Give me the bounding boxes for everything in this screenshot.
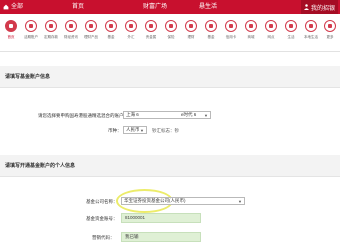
fund-account-no-label: 基金资金账号： <box>86 216 118 221</box>
category-wealth-products[interactable]: 理财产品 <box>81 20 101 39</box>
forex-icon <box>125 20 137 32</box>
location-icon <box>265 20 277 32</box>
fund-company-value: 华宝证券投资基金公司(人民币) <box>124 198 186 203</box>
category-precious-metal[interactable]: 贵金属 <box>141 20 161 39</box>
category-more[interactable]: 更多 <box>320 20 340 39</box>
fund-account-no-input[interactable]: 81000001 <box>121 213 201 223</box>
marketing-code-value: 我已输 <box>125 234 139 239</box>
store-icon <box>305 20 317 32</box>
deposit-icon <box>45 20 57 32</box>
product-icon <box>85 20 97 32</box>
top-nav: 全部 首页 财富广场 悬生活 <box>0 0 226 14</box>
card-icon <box>225 20 237 32</box>
marketing-code-input[interactable]: 我已输 <box>121 232 201 242</box>
chart-icon <box>205 20 217 32</box>
cart-icon <box>245 20 257 32</box>
category-life[interactable]: 生活 <box>281 20 301 39</box>
category-icon-bar: 首页 活期账户 定期存款 财经资讯 理财产品 基金 外汇 贵金属 保险 理财 基… <box>0 14 340 52</box>
section-fund-account-title: 请填写基金账户信息 <box>5 74 51 80</box>
insurance-icon <box>165 20 177 32</box>
news-icon <box>65 20 77 32</box>
currency-select[interactable]: 人民币 ▼ <box>123 126 147 134</box>
category-fixed-deposit[interactable]: 定期存款 <box>41 20 61 39</box>
category-finance[interactable]: 理财 <box>181 20 201 39</box>
my-bank-button[interactable]: 我的招银 <box>300 0 338 14</box>
nav-all[interactable]: 全部 <box>11 0 29 14</box>
fund-company-label: 基金公司名称： <box>86 199 118 204</box>
more-icon <box>324 20 336 32</box>
category-mall[interactable]: 商城 <box>241 20 261 39</box>
currency-label: 币种： <box>108 128 122 133</box>
nav-life[interactable]: 悬生活 <box>190 0 226 14</box>
category-fund-2[interactable]: 基金 <box>201 20 221 39</box>
nav-home[interactable]: 首页 <box>62 0 94 14</box>
my-bank-label: 我的招银 <box>310 5 335 12</box>
user-icon <box>303 4 309 10</box>
category-forex[interactable]: 外汇 <box>121 20 141 39</box>
category-credit-card[interactable]: 信用卡 <box>221 20 241 39</box>
top-nav-bar: 全部 首页 财富广场 悬生活 我的招银 <box>0 0 340 14</box>
section-personal-info: 请填写开通基金账户的个人信息 <box>0 155 340 177</box>
account-select-suffix: e时代 6 <box>181 112 197 117</box>
category-local-life[interactable]: 本地生活 <box>301 20 321 39</box>
wallet-icon <box>25 20 37 32</box>
finance-icon <box>185 20 197 32</box>
fund-company-select[interactable]: 华宝证券投资基金公司(人民币) ▼ <box>121 197 245 205</box>
category-home[interactable]: 首页 <box>1 20 21 39</box>
fund-icon <box>105 20 117 32</box>
life-icon <box>285 20 297 32</box>
category-fund[interactable]: 基金 <box>101 20 121 39</box>
chevron-down-icon: ▼ <box>204 113 208 118</box>
chevron-down-icon: ▼ <box>140 128 144 133</box>
category-branch[interactable]: 网点 <box>261 20 281 39</box>
section-personal-info-title: 请填写开通基金账户的个人信息 <box>5 163 76 169</box>
currency-select-value: 人民币 <box>126 127 140 132</box>
home-icon <box>5 20 17 32</box>
section-fund-account: 请填写基金账户信息 <box>0 66 340 88</box>
home-icon[interactable] <box>3 4 9 10</box>
nav-wealth-square[interactable]: 财富广场 <box>132 0 178 14</box>
account-select[interactable]: 上海 6 e时代 6 ▼ <box>123 111 211 119</box>
category-finance-news[interactable]: 财经资讯 <box>61 20 81 39</box>
fund-account-no-value: 81000001 <box>125 215 146 220</box>
category-current-account[interactable]: 活期账户 <box>21 20 41 39</box>
cash-remit-flag: 钞汇标志：钞 <box>152 128 179 133</box>
account-select-value: 上海 6 <box>126 112 139 117</box>
chevron-down-icon: ▼ <box>238 199 242 204</box>
gold-icon <box>145 20 157 32</box>
account-label: 请您选择要申购国寿港股通精选混合的账户： <box>38 113 128 118</box>
marketing-code-label: 营销代码： <box>92 235 115 240</box>
category-insurance[interactable]: 保险 <box>161 20 181 39</box>
